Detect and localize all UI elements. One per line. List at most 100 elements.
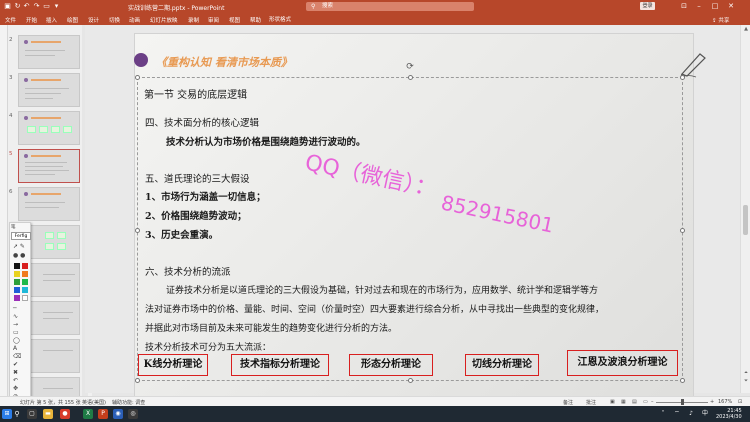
line-tool-icon[interactable]: ─ [13, 305, 29, 312]
app-icon[interactable]: ◎ [128, 409, 138, 419]
resize-handle[interactable] [135, 75, 140, 80]
undo-icon[interactable]: ↶ [13, 377, 29, 384]
customize-dropdown-icon[interactable]: ▾ [52, 2, 61, 11]
text-tool-icon[interactable]: A [13, 345, 29, 352]
slide-thumbnail[interactable] [18, 111, 80, 145]
network-icon[interactable]: ⌔ [672, 409, 682, 419]
rectangle-tool-icon[interactable]: ▭ [13, 329, 29, 336]
share-button[interactable]: ⇪ 共享 [712, 16, 729, 24]
scroll-up-icon[interactable]: ▲ [742, 26, 750, 32]
color-swatch-purple[interactable] [14, 295, 20, 301]
zoom-slider-knob[interactable] [681, 399, 684, 405]
app-icon[interactable]: ● [60, 409, 70, 419]
color-swatch-red[interactable] [22, 263, 28, 269]
fit-slide-icon[interactable]: ⊡ [738, 399, 742, 405]
check-icon[interactable]: ✔ [13, 361, 29, 368]
taskbar-search-icon[interactable]: ⚲ [12, 409, 22, 419]
rotate-handle-icon[interactable]: ⟳ [405, 62, 415, 72]
slide-thumbnail-active[interactable] [18, 149, 80, 183]
color-swatch-green[interactable] [14, 279, 20, 285]
menu-file[interactable]: 文件 [5, 16, 16, 24]
slide-thumbnail[interactable] [18, 187, 80, 221]
menu-draw[interactable]: 绘图 [67, 16, 78, 24]
maximize-icon[interactable]: □ [708, 1, 722, 12]
taskbar-clock[interactable]: 21:45 2023/4/30 [716, 408, 742, 420]
prev-slide-icon[interactable]: ⏶ [742, 370, 750, 376]
arrow-tool-icon[interactable]: → [13, 321, 29, 328]
autosave-icon[interactable]: ↻ [13, 2, 22, 11]
left-tool-strip [0, 25, 8, 407]
color-swatch-cyan[interactable] [22, 287, 28, 293]
minimize-icon[interactable]: – [692, 1, 706, 12]
menu-record[interactable]: 录制 [188, 16, 199, 24]
volume-icon[interactable]: ♪ [686, 409, 696, 419]
resize-handle[interactable] [135, 378, 140, 383]
pencil-icon [679, 53, 706, 78]
color-swatch-white[interactable] [22, 295, 28, 301]
slide-vertical-scrollbar[interactable]: ▲ ⏶ ⏷ [740, 25, 750, 393]
color-swatch-lightgreen[interactable] [22, 279, 28, 285]
thumb-number: 6 [9, 189, 13, 195]
menu-help[interactable]: 帮助 [250, 16, 261, 24]
eraser-icon[interactable]: ⌫ [13, 353, 29, 360]
search-input[interactable]: ⚲ 搜索 [306, 2, 474, 11]
zoom-in-icon[interactable]: + [710, 399, 714, 405]
menu-transitions[interactable]: 切换 [109, 16, 120, 24]
login-button[interactable]: 登录 [640, 2, 655, 10]
ribbon-display-icon[interactable]: ⊡ [677, 1, 691, 12]
menu-design[interactable]: 设计 [88, 16, 99, 24]
menu-slideshow[interactable]: 幻灯片放映 [150, 16, 178, 24]
start-icon[interactable]: ⊞ [2, 409, 12, 419]
browser-icon[interactable]: ◉ [113, 409, 123, 419]
menu-animations[interactable]: 动画 [129, 16, 140, 24]
highlighter-icon[interactable]: ● ● [13, 252, 29, 259]
resize-handle[interactable] [680, 75, 685, 80]
file-explorer-icon[interactable]: ▬ [43, 409, 53, 419]
menu-review[interactable]: 审阅 [208, 16, 219, 24]
slide-thumbnail[interactable] [18, 35, 80, 69]
slideshow-view-icon[interactable]: ▭ [643, 399, 648, 405]
close-icon[interactable]: ✕ [724, 1, 738, 12]
color-swatch-blue[interactable] [14, 287, 20, 293]
color-swatch-yellow[interactable] [14, 271, 20, 277]
slide-scroll-thumb[interactable] [743, 205, 748, 235]
slideshow-icon[interactable]: ▭ [42, 2, 51, 11]
menu-insert[interactable]: 插入 [46, 16, 57, 24]
accessibility-indicator[interactable]: 辅助功能: 调查 [112, 399, 145, 406]
comments-button[interactable]: 批注 [586, 399, 596, 406]
reading-view-icon[interactable]: ▤ [632, 399, 637, 405]
powerpoint-icon[interactable]: P [98, 409, 108, 419]
curve-tool-icon[interactable]: ∿ [13, 313, 29, 320]
resize-handle[interactable] [680, 228, 685, 233]
zoom-level[interactable]: 167% [718, 399, 732, 405]
color-swatch-black[interactable] [14, 263, 20, 269]
menu-view[interactable]: 视图 [229, 16, 240, 24]
resize-handle[interactable] [408, 378, 413, 383]
task-view-icon[interactable]: ▢ [27, 409, 37, 419]
redo-icon[interactable]: ↷ [32, 2, 41, 11]
notes-button[interactable]: 备注 [563, 399, 573, 406]
ellipse-tool-icon[interactable]: ◯ [13, 337, 29, 344]
slide-title[interactable]: 《重构认知 看清市场本质》 [156, 54, 292, 70]
normal-view-icon[interactable]: ▣ [610, 399, 615, 405]
sorter-view-icon[interactable]: ▦ [621, 399, 626, 405]
slide-thumbnail[interactable] [18, 73, 80, 107]
next-slide-icon[interactable]: ⏷ [742, 378, 750, 384]
tray-chevron-icon[interactable]: ˄ [658, 409, 668, 419]
color-swatch-orange[interactable] [22, 271, 28, 277]
move-icon[interactable]: ✥ [13, 385, 29, 392]
save-icon[interactable]: ▣ [3, 2, 12, 11]
zoom-out-icon[interactable]: – [651, 399, 654, 405]
language-indicator[interactable]: 英语(美国) [82, 399, 106, 406]
resize-handle[interactable] [135, 228, 140, 233]
body-line: 证券技术分析是以道氏理论的三大假设为基础，针对过去和现在的市场行为，应用数学、统… [166, 286, 599, 296]
resize-handle[interactable] [408, 75, 413, 80]
cross-icon[interactable]: ✖ [13, 369, 29, 376]
pointer-icon[interactable]: ➚ ✎ [13, 243, 29, 250]
undo-icon[interactable]: ↶ [22, 2, 31, 11]
input-method-icon[interactable]: 中 [700, 409, 710, 419]
menu-home[interactable]: 开始 [26, 16, 37, 24]
excel-icon[interactable]: X [83, 409, 93, 419]
resize-handle[interactable] [680, 378, 685, 383]
thumb-text-line [25, 174, 55, 175]
